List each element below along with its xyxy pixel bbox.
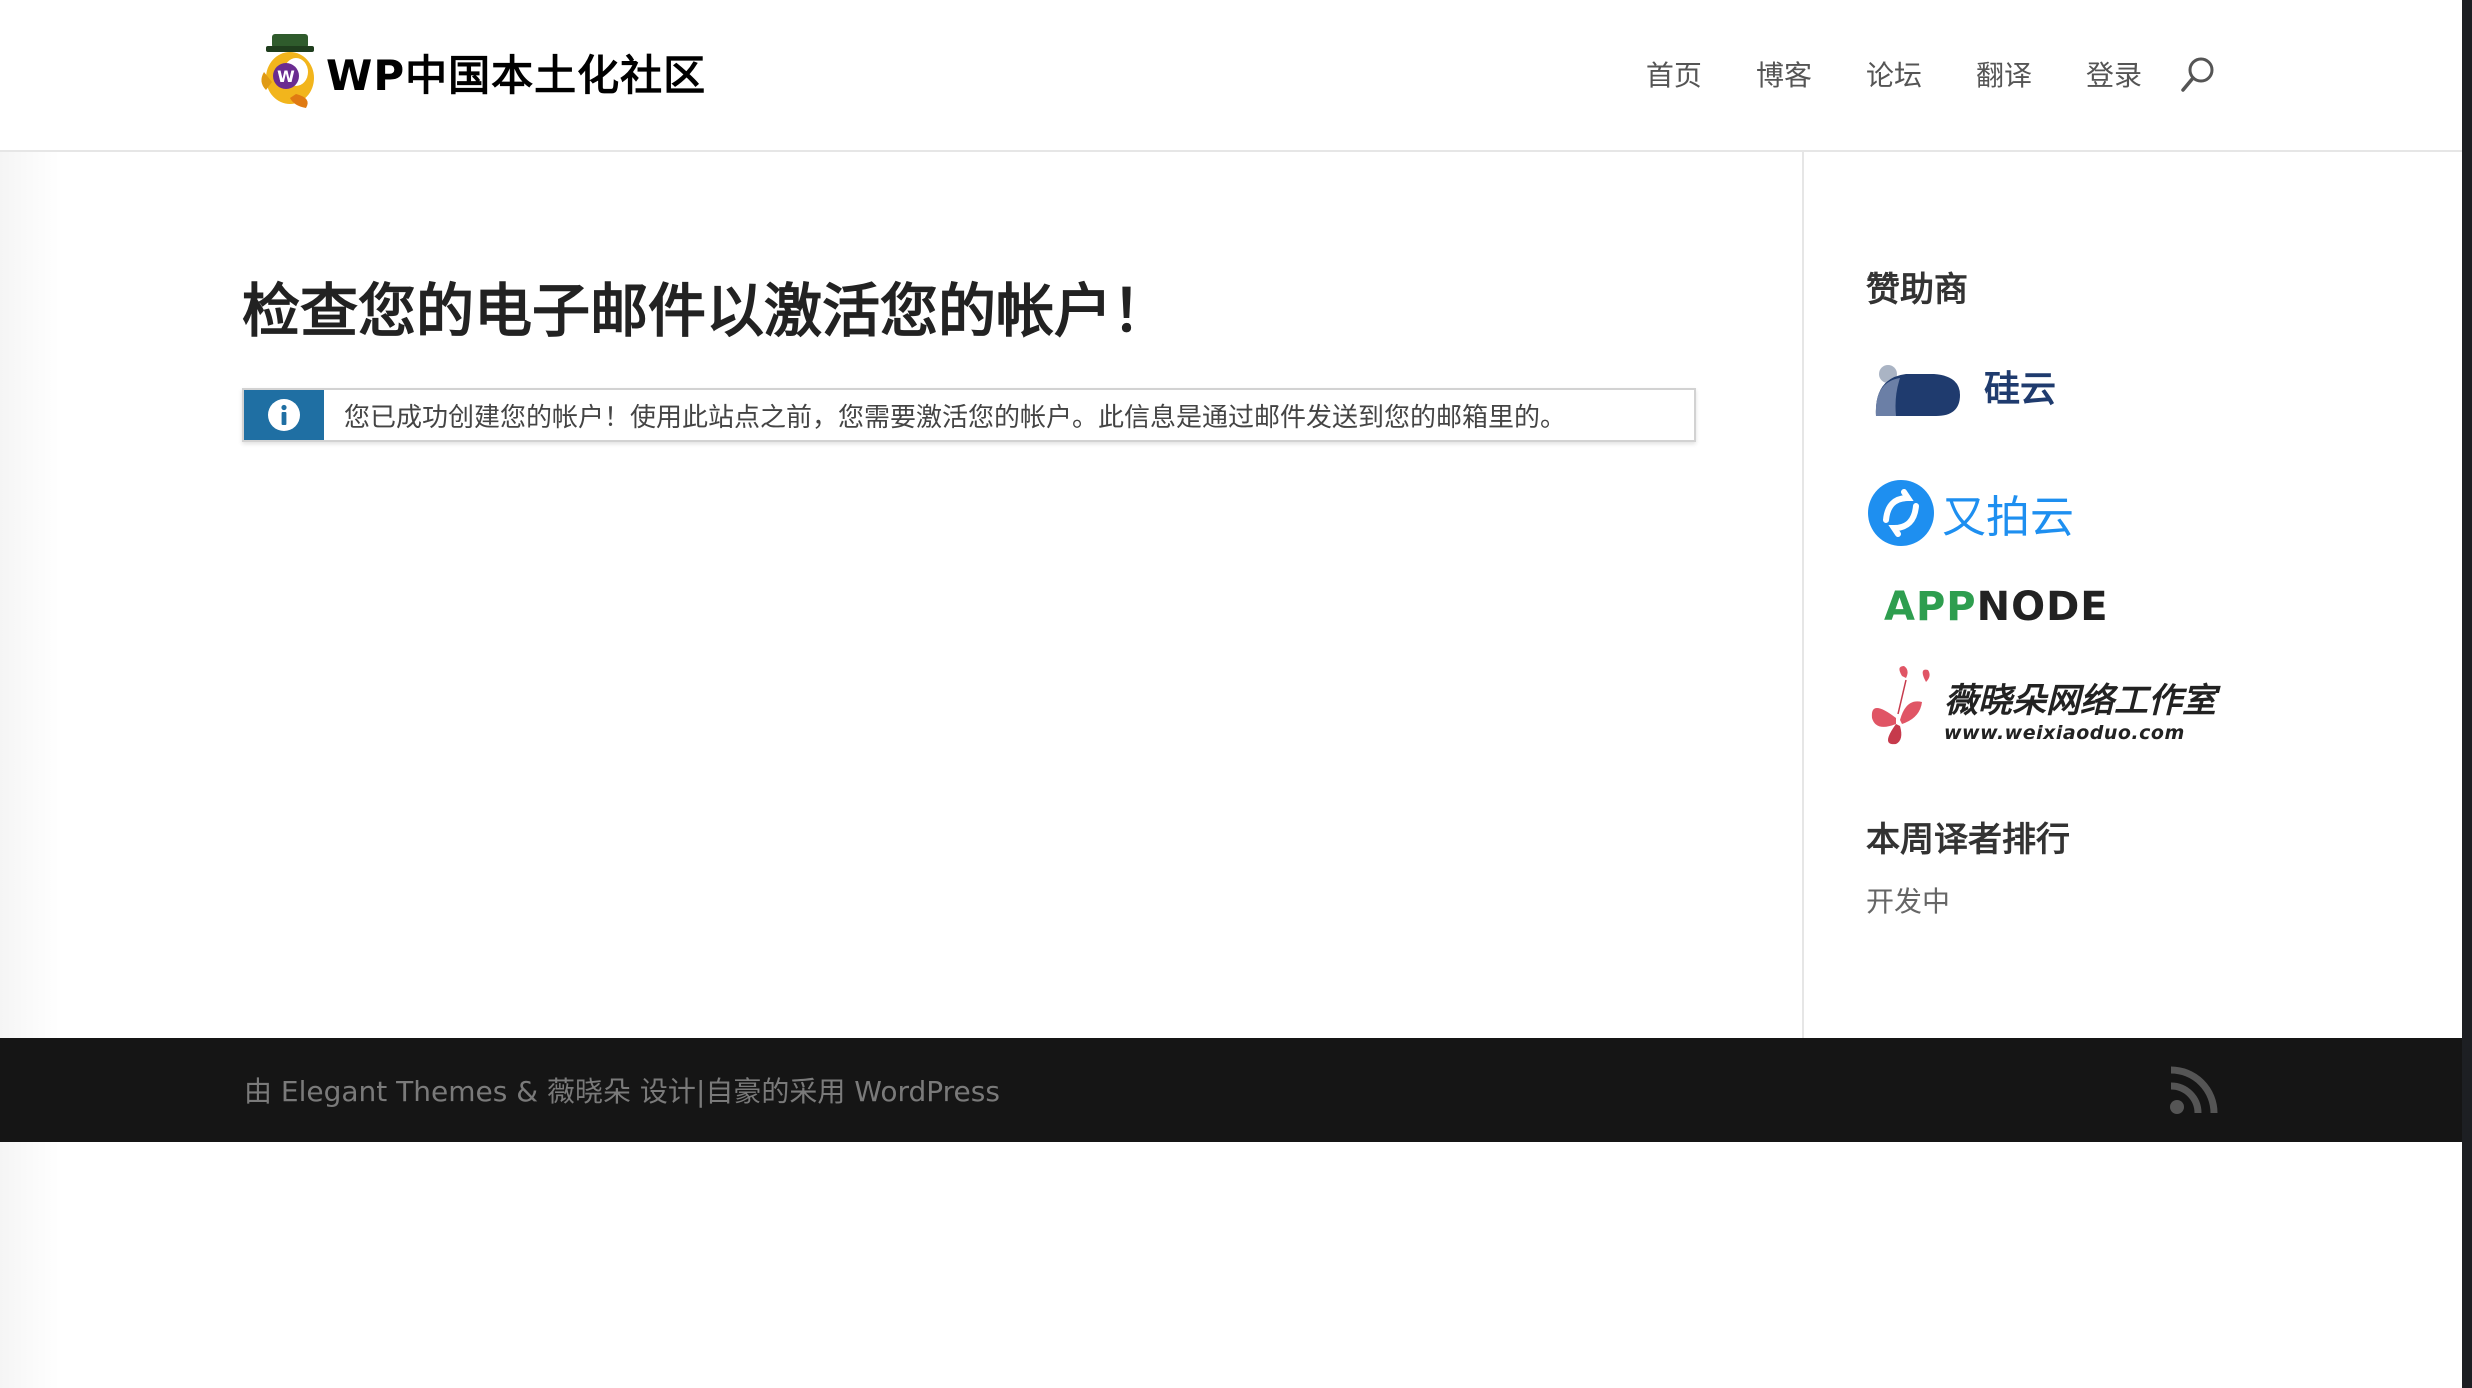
footer-sep: | [695, 1075, 706, 1108]
ranking-text: 开发中 [1866, 885, 1951, 918]
page-title: 检查您的电子邮件以激活您的帐户！ [242, 277, 1171, 345]
notice-text: 您已成功创建您的帐户！使用此站点之前，您需要激活您的帐户。此信息是通过邮件发送到… [344, 402, 1567, 433]
sponsor-weixiaoduo-url: www.weixiaoduo.com [1944, 722, 2185, 744]
footer-proudly: 自豪的采用 [705, 1075, 846, 1108]
ranking-title: 本周译者排行 [1866, 820, 2070, 860]
nav-item-blog[interactable]: 博客 [1756, 54, 1812, 94]
mascot-logo-icon: W [256, 32, 322, 112]
footer-amp: & [516, 1075, 539, 1108]
rss-icon [2170, 1066, 2218, 1114]
search-button[interactable] [2178, 54, 2218, 94]
notice-icon-box [244, 390, 324, 440]
sidebar-divider [1802, 152, 1804, 1038]
footer-elegant-themes-link[interactable]: Elegant Themes [281, 1075, 507, 1108]
nav-item-login[interactable]: 登录 [2086, 54, 2142, 94]
sponsor-upyun-name: 又拍云 [1942, 492, 2074, 543]
guiyun-logo-icon [1875, 365, 1960, 416]
sponsor-weixiaoduo[interactable]: 薇晓朵网络工作室 www.weixiaoduo.com [1866, 658, 2216, 750]
sponsor-guiyun[interactable]: 硅云 [1866, 348, 2056, 424]
footer-wordpress-link[interactable]: WordPress [854, 1075, 1000, 1108]
sponsor-weixiaoduo-name: 薇晓朵网络工作室 [1944, 681, 2216, 721]
info-icon [268, 399, 300, 431]
nav-item-home[interactable]: 首页 [1646, 54, 1702, 94]
sponsor-appnode-name: APPNODE [1884, 584, 2109, 630]
site-footer: 由 Elegant Themes & 薇晓朵 设计|自豪的采用 WordPres… [0, 1038, 2462, 1142]
upyun-logo-icon [1868, 480, 1934, 546]
sponsor-upyun[interactable]: 又拍云 [1866, 478, 2074, 548]
page: W WP中国本土化社区 首页 博客 论坛 翻译 登录 检查您的电子邮件以激活您的… [0, 0, 2462, 1388]
sponsor-appnode[interactable]: APPNODE [1884, 584, 2109, 630]
footer-design: 设计 [639, 1075, 696, 1108]
site-header: W WP中国本土化社区 首页 博客 论坛 翻译 登录 [0, 0, 2462, 152]
sponsor-guiyun-name: 硅云 [1984, 369, 2057, 410]
butterfly-logo-icon [1871, 666, 1930, 745]
site-logo[interactable]: W WP中国本土化社区 [256, 30, 706, 114]
activation-notice: 您已成功创建您的帐户！使用此站点之前，您需要激活您的帐户。此信息是通过邮件发送到… [242, 388, 1696, 442]
rss-button[interactable] [2168, 1064, 2220, 1116]
main-nav: 首页 博客 论坛 翻译 登录 [1646, 0, 2142, 148]
search-icon [2181, 57, 2214, 92]
sponsors-title: 赞助商 [1866, 270, 1968, 310]
site-logo-text: WP中国本土化社区 [326, 50, 707, 100]
nav-item-forum[interactable]: 论坛 [1866, 54, 1922, 94]
svg-text:W: W [277, 67, 295, 86]
window-edge [2462, 0, 2472, 1388]
footer-credits: 由 Elegant Themes & 薇晓朵 设计|自豪的采用 WordPres… [244, 1070, 1000, 1110]
footer-prefix: 由 [244, 1075, 273, 1108]
footer-designer-link[interactable]: 薇晓朵 [547, 1075, 631, 1108]
page-shadow [0, 0, 60, 1388]
nav-item-translate[interactable]: 翻译 [1976, 54, 2032, 94]
